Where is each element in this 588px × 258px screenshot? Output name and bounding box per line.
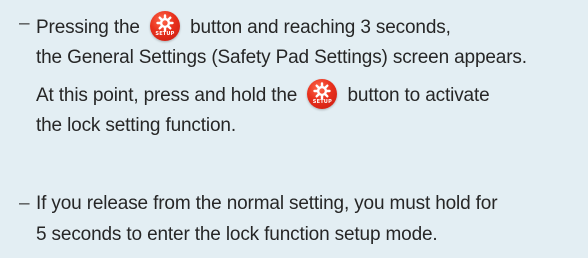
instruction-line: If you release from the normal setting, … (36, 191, 498, 217)
instruction-line: 5 seconds to enter the lock function set… (36, 222, 438, 248)
line-text: At this point, press and hold the (36, 85, 298, 106)
setup-button-label: SETUP (155, 31, 175, 37)
bullet-dash: – (19, 13, 30, 34)
line-text: Pressing the (36, 17, 140, 38)
line-text: the General Settings (Safety Pad Setting… (36, 47, 527, 68)
instruction-line: At this point, press and hold the SETUP … (36, 79, 490, 109)
instruction-line: Pressing the SETUP button and reaching 3… (36, 11, 451, 41)
gear-icon (156, 14, 174, 32)
line-text: the lock setting function. (36, 115, 236, 136)
gear-icon (313, 82, 332, 100)
line-text: If you release from the normal setting, … (36, 193, 498, 214)
instruction-line: the General Settings (Safety Pad Setting… (36, 45, 527, 71)
instruction-panel: – Pressing the SETUP button and reaching (0, 0, 588, 258)
line-text: 5 seconds to enter the lock function set… (36, 224, 438, 245)
setup-button-icon: SETUP (149, 11, 180, 41)
line-text: button to activate (347, 85, 490, 106)
bullet-dash: – (19, 193, 30, 214)
setup-button-label: SETUP (312, 99, 332, 105)
instruction-line: the lock setting function. (36, 113, 236, 139)
setup-button-icon: SETUP (307, 79, 338, 109)
line-text: button and reaching 3 seconds, (190, 17, 451, 38)
